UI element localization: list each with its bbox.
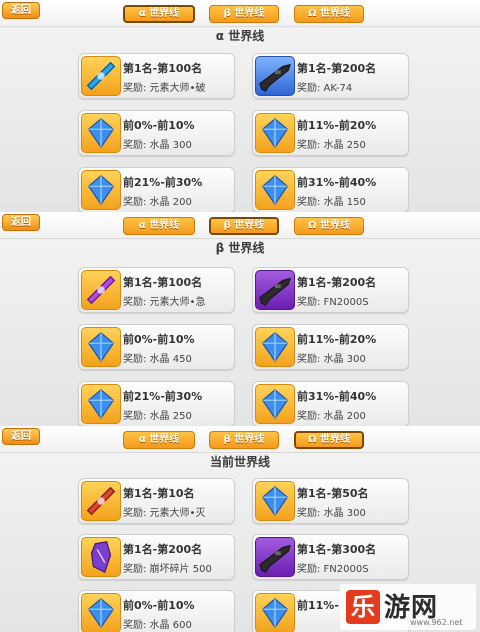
crystal-icon xyxy=(255,593,295,632)
reward-card[interactable]: 前11%-前20% 奖励: 水晶 300 xyxy=(252,324,409,370)
tab-omega-worldline[interactable]: Ω 世界线 xyxy=(294,217,364,235)
panel-title: β 世界线 xyxy=(215,241,265,255)
rank-panel-beta: 返回 α 世界线 β 世界线 Ω 世界线 β 世界线 第1名-第100名 奖励:… xyxy=(0,212,480,426)
tab-alpha-worldline[interactable]: α 世界线 xyxy=(123,217,195,235)
rank-range: 第1名-第100名 xyxy=(123,62,203,75)
reward-card[interactable]: 第1名-第200名 奖励: FN2000S xyxy=(252,267,409,313)
tab-beta-worldline[interactable]: β 世界线 xyxy=(209,217,279,235)
reward-card[interactable]: 第1名-第200名 奖励: AK-74 xyxy=(252,53,409,99)
blue-ribbon-icon xyxy=(81,56,121,96)
rank-range: 第1名-第200名 xyxy=(297,276,377,289)
rank-panel-current: 返回 α 世界线 β 世界线 Ω 世界线 当前世界线 第1名-第10名 奖励: … xyxy=(0,426,480,632)
reward-text: 奖励: 水晶 300 xyxy=(297,354,366,365)
rank-range: 前21%-前30% xyxy=(123,176,203,189)
rank-range: 第1名-第100名 xyxy=(123,276,203,289)
crystal-icon xyxy=(255,384,295,424)
rank-range: 前11%-前20% xyxy=(297,333,377,346)
tab-alpha-worldline[interactable]: α 世界线 xyxy=(123,431,195,449)
crystal-icon xyxy=(255,327,295,367)
rank-range: 前11%-前20% xyxy=(297,119,377,132)
reward-card[interactable]: 第1名-第10名 奖励: 元素大师•灭 xyxy=(78,478,235,524)
reward-text: 奖励: 水晶 300 xyxy=(123,140,192,151)
reward-card[interactable]: 前21%-前30% 奖励: 水晶 200 xyxy=(78,167,235,212)
reward-text: 奖励: 水晶 200 xyxy=(123,197,192,208)
rifle-icon xyxy=(255,56,295,96)
reward-text: 奖励: 水晶 600 xyxy=(123,620,192,631)
site-url: www.962.net xyxy=(410,618,463,627)
crystal-icon xyxy=(81,593,121,632)
crystal-icon xyxy=(255,170,295,210)
site-watermark: 乐 游网 www.962.net xyxy=(340,584,476,630)
reward-text: 奖励: 水晶 250 xyxy=(123,411,192,422)
reward-card[interactable]: 前31%-前40% 奖励: 水晶 150 xyxy=(252,167,409,212)
rank-range: 第1名-第50名 xyxy=(297,487,369,500)
crystal-icon xyxy=(81,113,121,153)
red-ribbon-icon xyxy=(81,481,121,521)
tab-omega-worldline[interactable]: Ω 世界线 xyxy=(294,431,364,449)
reward-text: 奖励: 元素大师•急 xyxy=(123,297,206,308)
reward-card[interactable]: 第1名-第200名 奖励: 崩坏碎片 500 xyxy=(78,534,235,580)
reward-card[interactable]: 第1名-第300名 奖励: FN2000S xyxy=(252,534,409,580)
back-button[interactable]: 返回 xyxy=(2,428,40,445)
rank-range: 第1名-第200名 xyxy=(297,62,377,75)
reward-card[interactable]: 第1名-第100名 奖励: 元素大师•破 xyxy=(78,53,235,99)
reward-card[interactable]: 前11%-前20% 奖励: 水晶 250 xyxy=(252,110,409,156)
reward-text: 奖励: 水晶 450 xyxy=(123,354,192,365)
rank-range: 前31%-前40% xyxy=(297,390,377,403)
reward-text: 奖励: 水晶 300 xyxy=(297,508,366,519)
crystal-icon xyxy=(81,384,121,424)
reward-text: 奖励: 水晶 150 xyxy=(297,197,366,208)
rank-range: 第1名-第10名 xyxy=(123,487,195,500)
crystal-icon xyxy=(81,170,121,210)
rank-range: 前0%-前10% xyxy=(123,333,195,346)
tab-omega-worldline[interactable]: Ω 世界线 xyxy=(294,5,364,23)
purple-ribbon-icon xyxy=(81,270,121,310)
crystal-icon xyxy=(255,481,295,521)
tab-alpha-worldline[interactable]: α 世界线 xyxy=(123,5,195,23)
reward-text: 奖励: AK-74 xyxy=(297,83,353,94)
panel-title: 当前世界线 xyxy=(209,455,270,469)
reward-text: 奖励: 水晶 250 xyxy=(297,140,366,151)
reward-card[interactable]: 前31%-前40% 奖励: 水晶 200 xyxy=(252,381,409,426)
reward-card[interactable]: 前0%-前10% 奖励: 水晶 450 xyxy=(78,324,235,370)
crystal-icon xyxy=(81,327,121,367)
rank-range: 前0%-前10% xyxy=(123,599,195,612)
rank-range: 第1名-第200名 xyxy=(123,543,203,556)
rank-range: 第1名-第300名 xyxy=(297,543,377,556)
panel-title: α 世界线 xyxy=(215,29,265,43)
reward-text: 奖励: FN2000S xyxy=(297,564,369,575)
shard-icon xyxy=(81,537,121,577)
reward-text: 奖励: 水晶 200 xyxy=(297,411,366,422)
rank-range: 前11%- xyxy=(297,599,339,612)
reward-card[interactable]: 前0%-前10% 奖励: 水晶 300 xyxy=(78,110,235,156)
reward-text: 奖励: 元素大师•灭 xyxy=(123,508,206,519)
reward-text: 奖励: 元素大师•破 xyxy=(123,83,206,94)
reward-card[interactable]: 第1名-第50名 奖励: 水晶 300 xyxy=(252,478,409,524)
rank-range: 前0%-前10% xyxy=(123,119,195,132)
rifle-icon xyxy=(255,270,295,310)
back-button[interactable]: 返回 xyxy=(2,2,40,19)
tab-beta-worldline[interactable]: β 世界线 xyxy=(209,431,279,449)
reward-text: 奖励: FN2000S xyxy=(297,297,369,308)
site-logo: 乐 xyxy=(346,590,380,624)
reward-text: 奖励: 崩坏碎片 500 xyxy=(123,564,212,575)
crystal-icon xyxy=(255,113,295,153)
reward-card[interactable]: 前0%-前10% 奖励: 水晶 600 xyxy=(78,590,235,632)
tab-beta-worldline[interactable]: β 世界线 xyxy=(209,5,279,23)
rank-range: 前31%-前40% xyxy=(297,176,377,189)
rank-panel-alpha: 返回 α 世界线 β 世界线 Ω 世界线 α 世界线 第1名-第100名 奖励:… xyxy=(0,0,480,212)
reward-card[interactable]: 第1名-第100名 奖励: 元素大师•急 xyxy=(78,267,235,313)
back-button[interactable]: 返回 xyxy=(2,214,40,231)
rank-range: 前21%-前30% xyxy=(123,390,203,403)
reward-card[interactable]: 前21%-前30% 奖励: 水晶 250 xyxy=(78,381,235,426)
rifle-icon xyxy=(255,537,295,577)
